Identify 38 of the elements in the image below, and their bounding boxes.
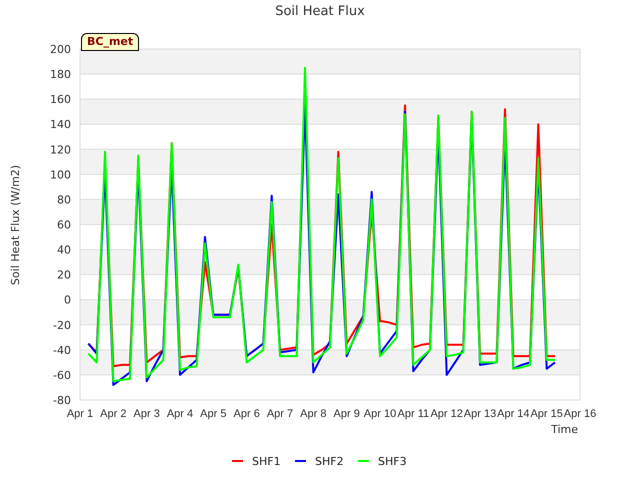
legend-label: SHF1 bbox=[252, 455, 281, 468]
site-label: BC_met bbox=[81, 33, 140, 51]
x-tick-label: Apr 16 bbox=[564, 408, 596, 420]
y-tick-label: -20 bbox=[53, 318, 71, 332]
x-tick-label: Apr 6 bbox=[234, 408, 260, 420]
x-tick-label: Apr 2 bbox=[100, 408, 126, 420]
x-tick-label: Apr 3 bbox=[134, 408, 160, 420]
y-tick-label: 100 bbox=[50, 168, 71, 182]
y-axis-title: Soil Heat Flux (W/m2) bbox=[9, 164, 22, 286]
x-tick-label: Apr 15 bbox=[530, 408, 563, 420]
x-tick-label: Apr 5 bbox=[200, 408, 226, 420]
x-tick-label: Apr 1 bbox=[66, 408, 94, 420]
x-tick-label: Apr 14 bbox=[497, 408, 530, 420]
chart-title: Soil Heat Flux bbox=[275, 4, 365, 19]
x-tick-label: Apr 12 bbox=[430, 408, 463, 420]
legend-label: SHF2 bbox=[315, 455, 344, 468]
y-tick-label: -40 bbox=[53, 344, 71, 357]
x-tick-label: Apr 10 bbox=[364, 408, 396, 420]
x-tick-label: Apr 4 bbox=[166, 408, 194, 420]
y-tick-label: 40 bbox=[57, 244, 71, 257]
x-tick-label: Apr 9 bbox=[334, 408, 360, 420]
y-tick-label: 180 bbox=[50, 68, 71, 82]
x-tick-label: Apr 13 bbox=[464, 408, 496, 420]
y-tick-label: 80 bbox=[57, 193, 71, 206]
x-tick-label: Apr 7 bbox=[266, 408, 294, 420]
y-tick-label: 160 bbox=[50, 93, 71, 106]
x-tick-label: Apr 11 bbox=[398, 408, 430, 420]
y-tick-label: 60 bbox=[57, 218, 71, 232]
y-tick-label: 0 bbox=[64, 294, 71, 307]
y-tick-label: -60 bbox=[53, 368, 71, 382]
y-tick-label: 200 bbox=[50, 43, 71, 56]
y-tick-label: 120 bbox=[50, 143, 71, 156]
x-tick-label: Apr 8 bbox=[300, 408, 326, 420]
legend-label: SHF3 bbox=[378, 455, 407, 468]
y-tick-label: -80 bbox=[53, 394, 71, 407]
x-axis-title: Time bbox=[551, 423, 578, 436]
y-tick-label: 20 bbox=[57, 268, 71, 282]
y-tick-label: 140 bbox=[50, 118, 71, 132]
